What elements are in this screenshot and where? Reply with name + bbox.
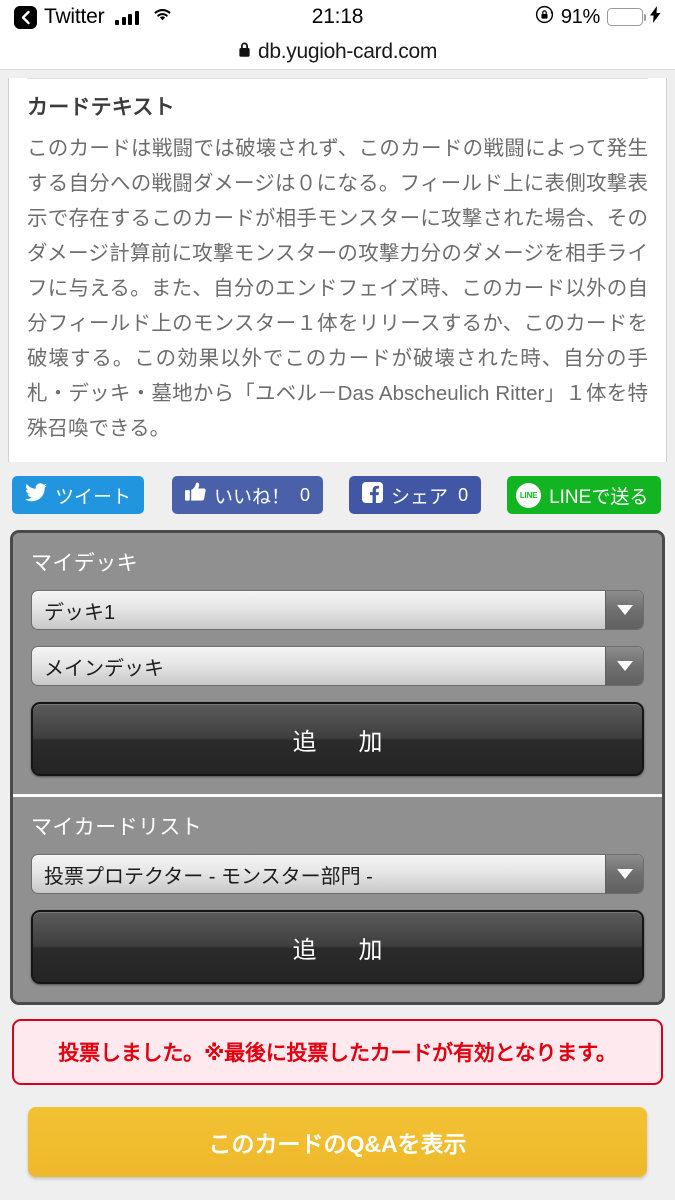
battery-icon bbox=[607, 8, 646, 26]
my-deck-heading: マイデッキ bbox=[31, 552, 138, 575]
vote-status-alert: 投票しました。※最後に投票したカードが有効となります。 bbox=[12, 1019, 663, 1085]
show-card-qa-button[interactable]: このカードのQ&Aを表示 bbox=[28, 1107, 647, 1177]
deck-select[interactable]: デッキ1 bbox=[31, 590, 644, 630]
card-text-body: このカードは戦闘では破壊されず、このカードの戦闘によって発生する自分への戦闘ダメ… bbox=[27, 137, 648, 440]
cellular-bars-icon bbox=[115, 10, 139, 25]
wifi-icon bbox=[152, 7, 173, 27]
facebook-like-count: 0 bbox=[300, 484, 311, 505]
facebook-f-icon bbox=[362, 481, 384, 509]
caret-down-icon[interactable] bbox=[605, 591, 643, 629]
thumbs-up-icon bbox=[185, 482, 206, 508]
facebook-share-button[interactable]: シェア 0 bbox=[349, 476, 482, 514]
deck-part-select[interactable]: メインデッキ bbox=[31, 646, 644, 686]
back-to-app-button[interactable] bbox=[14, 5, 37, 29]
line-badge-label: LINE bbox=[519, 490, 538, 500]
caret-down-icon[interactable] bbox=[605, 855, 643, 893]
facebook-share-count: 0 bbox=[458, 484, 469, 505]
battery-percent-label: 91% bbox=[560, 5, 600, 28]
status-bar-right: 91% bbox=[535, 5, 661, 29]
my-card-list-heading: マイカードリスト bbox=[31, 816, 203, 839]
chevron-left-icon bbox=[21, 10, 30, 24]
my-deck-section: マイデッキ デッキ1 メインデッキ 追 加 bbox=[13, 533, 662, 794]
lightning-bolt-icon bbox=[650, 6, 661, 28]
line-icon: LINE bbox=[516, 482, 542, 508]
address-bar-host: db.yugioh-card.com bbox=[257, 39, 438, 63]
tweet-label: ツイート bbox=[55, 486, 132, 508]
card-text-card: カードテキスト このカードは戦闘では破壊されず、このカードの戦闘によって発生する… bbox=[8, 78, 667, 462]
tweet-button[interactable]: ツイート bbox=[12, 476, 145, 514]
lock-icon bbox=[238, 41, 251, 63]
card-list-select[interactable]: 投票プロテクター - モンスター部門 - bbox=[31, 854, 644, 894]
facebook-like-label: いいね！ bbox=[214, 486, 291, 508]
line-share-label: LINEで送る bbox=[549, 486, 649, 508]
section-divider bbox=[27, 78, 648, 79]
card-list-select-value: 投票プロテクター - モンスター部門 - bbox=[44, 865, 373, 888]
card-text-heading: カードテキスト bbox=[27, 96, 175, 119]
twitter-bird-icon bbox=[25, 482, 47, 508]
deck-part-select-value: メインデッキ bbox=[44, 657, 164, 680]
status-bar-left: Twitter bbox=[14, 5, 173, 29]
line-share-button[interactable]: LINE LINEで送る bbox=[507, 476, 662, 514]
facebook-share-label: シェア bbox=[391, 486, 449, 508]
page-content: カードテキスト このカードは戦闘では破壊されず、このカードの戦闘によって発生する… bbox=[0, 70, 675, 1200]
qa-button-wrapper: このカードのQ&Aを表示 bbox=[0, 1085, 675, 1177]
caret-down-icon[interactable] bbox=[605, 647, 643, 685]
rotation-lock-icon bbox=[535, 5, 554, 29]
facebook-like-button[interactable]: いいね！ 0 bbox=[172, 476, 324, 514]
social-share-row: ツイート いいね！ 0 シェア 0 LINE LINEで送る bbox=[0, 462, 675, 526]
deck-tools-panel: マイデッキ デッキ1 メインデッキ 追 加 マイカードリスト 投票プロテクター … bbox=[10, 530, 665, 1005]
my-card-list-section: マイカードリスト 投票プロテクター - モンスター部門 - 追 加 bbox=[13, 794, 662, 1002]
ios-status-bar: Twitter 21:18 91% bbox=[0, 0, 675, 34]
browser-address-bar[interactable]: db.yugioh-card.com bbox=[0, 34, 675, 70]
vote-status-message: 投票しました。※最後に投票したカードが有効となります。 bbox=[58, 1042, 617, 1065]
add-to-card-list-button[interactable]: 追 加 bbox=[31, 910, 644, 984]
back-to-app-label: Twitter bbox=[44, 5, 105, 28]
add-to-deck-button[interactable]: 追 加 bbox=[31, 702, 644, 776]
deck-select-value: デッキ1 bbox=[44, 601, 116, 624]
